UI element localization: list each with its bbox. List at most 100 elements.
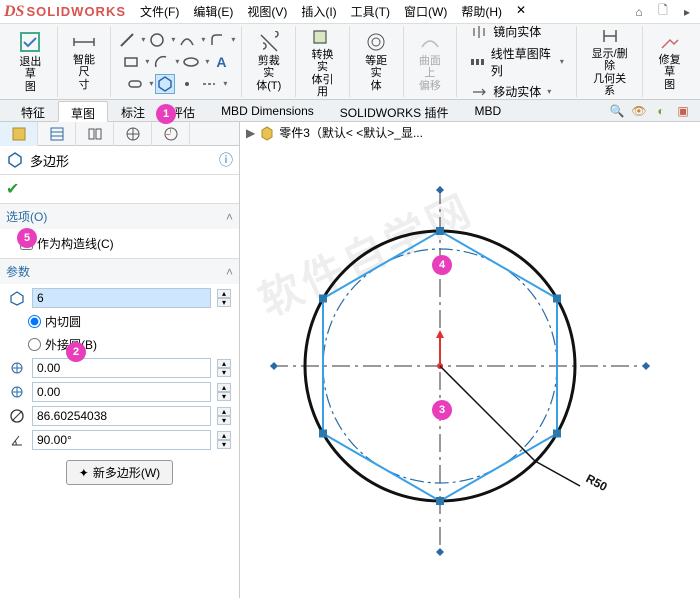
panel-tab-display-mgr[interactable] <box>152 122 190 146</box>
ribbon-group-convert: 转换实 体引用 <box>296 26 350 97</box>
tab-sw-addins[interactable]: SOLIDWORKS 插件 <box>327 100 462 121</box>
circumscribed-radio-row[interactable]: 外接圆(B) <box>8 335 231 354</box>
menu-window[interactable]: 窗口(W) <box>398 1 453 22</box>
convert-button[interactable]: 转换实 体引用 <box>302 23 343 99</box>
diameter-field: ▴▾ <box>8 406 231 426</box>
ribbon-group-surface-offset: 曲面上 偏移 <box>404 26 458 97</box>
polygon-tool-icon[interactable] <box>155 74 175 94</box>
diameter-spinner[interactable]: ▴▾ <box>217 407 231 425</box>
callout-4: 4 <box>432 255 452 275</box>
pm-options-header[interactable]: 选项(O) ˄ <box>0 204 239 229</box>
line-tool-icon[interactable] <box>117 30 137 50</box>
home-icon[interactable]: ⌂ <box>630 3 648 21</box>
main-area: 多边形 ⓘ ✔ 选项(O) ˄ 作为构造线(C) 参数 ˄ <box>0 122 700 598</box>
tab-features[interactable]: 特征 <box>8 100 58 121</box>
centerline-tool-icon[interactable] <box>199 74 219 94</box>
spline-tool-icon[interactable] <box>177 30 197 50</box>
sides-spinner[interactable]: ▴▾ <box>217 289 231 307</box>
linear-pattern-button[interactable]: 线性草图阵列▾ <box>467 44 566 80</box>
fillet-tool-icon[interactable] <box>207 30 227 50</box>
pm-params-header[interactable]: 参数 ˄ <box>0 259 239 284</box>
cx-input[interactable] <box>32 358 211 378</box>
new-polygon-label: 新多边形(W) <box>93 464 160 481</box>
point-tool-icon[interactable] <box>177 74 197 94</box>
repair-button[interactable]: 修复草 图 <box>649 30 690 92</box>
tab-mbd-dimensions[interactable]: MBD Dimensions <box>208 100 327 121</box>
exit-sketch-button[interactable]: 退出草 图 <box>10 28 51 94</box>
pm-section-options: 选项(O) ˄ 作为构造线(C) <box>0 203 239 258</box>
sides-input[interactable] <box>32 288 211 308</box>
tab-sketch[interactable]: 草图 <box>58 101 108 122</box>
arc-tool-icon[interactable] <box>151 52 171 72</box>
move-label: 移动实体 <box>493 83 541 100</box>
ok-icon[interactable]: ✔ <box>6 179 19 199</box>
circle-tool-icon[interactable] <box>147 30 167 50</box>
tab-annotate[interactable]: 标注 <box>108 100 158 121</box>
menu-file[interactable]: 文件(F) <box>134 1 185 22</box>
cy-spinner[interactable]: ▴▾ <box>217 383 231 401</box>
graphics-canvas[interactable]: ▶ 零件3（默认< <默认>_显... 软件自学网 <box>240 122 700 598</box>
pm-params-title: 参数 <box>6 263 226 280</box>
panel-tab-dimxpert[interactable] <box>114 122 152 146</box>
breadcrumb[interactable]: ▶ 零件3（默认< <默认>_显... <box>246 124 423 141</box>
pm-section-params: 参数 ˄ ▴▾ 内切圆 外接圆(B) <box>0 258 239 495</box>
cy-field: ▴▾ <box>8 382 231 402</box>
mirror-button[interactable]: 镜向实体 <box>467 21 566 43</box>
rect-tool-icon[interactable] <box>121 52 141 72</box>
tabbar-right-tools: 🔍 👁 ◐ ▣ <box>608 100 700 121</box>
angle-field: ▴▾ <box>8 430 231 450</box>
show-relations-button[interactable]: 显示/删除 几何关系 <box>583 24 636 98</box>
diameter-icon <box>8 408 26 424</box>
breadcrumb-text: 零件3（默认< <默认>_显... <box>279 124 423 141</box>
tab-mbd[interactable]: MBD <box>461 100 514 121</box>
pm-header: 多边形 ⓘ <box>0 146 239 175</box>
visibility-icon[interactable]: 👁 <box>630 102 648 120</box>
cx-spinner[interactable]: ▴▾ <box>217 359 231 377</box>
help-icon[interactable]: ⓘ <box>219 150 233 170</box>
offset-button[interactable]: 等距实 体 <box>356 29 397 93</box>
search-icon[interactable]: 🔍 <box>608 102 626 120</box>
text-tool-icon[interactable]: A <box>211 52 231 72</box>
surface-offset-button: 曲面上 偏移 <box>410 29 451 93</box>
angle-input[interactable] <box>32 430 211 450</box>
exit-sketch-label: 退出草 图 <box>16 56 45 92</box>
cy-icon <box>8 384 26 400</box>
ellipse-tool-icon[interactable] <box>181 52 201 72</box>
menu-insert[interactable]: 插入(I) <box>295 1 342 22</box>
menu-edit[interactable]: 编辑(E) <box>187 1 239 22</box>
new-polygon-button[interactable]: ✦ 新多边形(W) <box>66 460 173 485</box>
angle-spinner[interactable]: ▴▾ <box>217 431 231 449</box>
chevron-up-icon: ˄ <box>226 210 233 224</box>
breadcrumb-arrow-icon: ▶ <box>246 126 255 140</box>
offset-label: 等距实 体 <box>362 55 391 91</box>
callout-3: 3 <box>432 400 452 420</box>
panel-tab-config-mgr[interactable] <box>76 122 114 146</box>
part-icon <box>259 125 275 141</box>
show-relations-label: 显示/删除 几何关系 <box>589 48 630 96</box>
logo-ds: DS <box>4 3 24 21</box>
slot-tool-icon[interactable] <box>125 74 145 94</box>
inscribed-radio-row[interactable]: 内切圆 <box>8 312 231 331</box>
ribbon-group-pattern: 镜向实体 线性草图阵列▾ 移动实体▾ <box>457 26 577 97</box>
smart-dimension-button[interactable]: 智能尺 寸 <box>64 30 105 92</box>
trim-button[interactable]: 剪裁实 体(T) <box>248 29 289 93</box>
appearance-icon[interactable]: ◐ <box>652 102 670 120</box>
sketch-drawing: R50 <box>240 146 700 586</box>
construction-checkbox-row[interactable]: 作为构造线(C) <box>8 233 231 254</box>
scene-icon[interactable]: ▣ <box>674 102 692 120</box>
dimension-label: R50 <box>584 471 610 494</box>
circumscribed-radio[interactable] <box>28 338 41 351</box>
cy-input[interactable] <box>32 382 211 402</box>
mirror-label: 镜向实体 <box>493 23 541 40</box>
panel-tab-feature-tree[interactable] <box>0 122 38 146</box>
menu-view[interactable]: 视图(V) <box>241 1 293 22</box>
polygon-icon <box>6 151 24 169</box>
new-doc-icon[interactable]: 🗋 <box>654 3 672 21</box>
menu-tools[interactable]: 工具(T) <box>345 1 396 22</box>
cx-field: ▴▾ <box>8 358 231 378</box>
pm-title: 多边形 <box>30 151 219 170</box>
inscribed-radio[interactable] <box>28 315 41 328</box>
panel-tab-property-mgr[interactable] <box>38 122 76 146</box>
expand-icon[interactable]: ▸ <box>678 3 696 21</box>
diameter-input[interactable] <box>32 406 211 426</box>
